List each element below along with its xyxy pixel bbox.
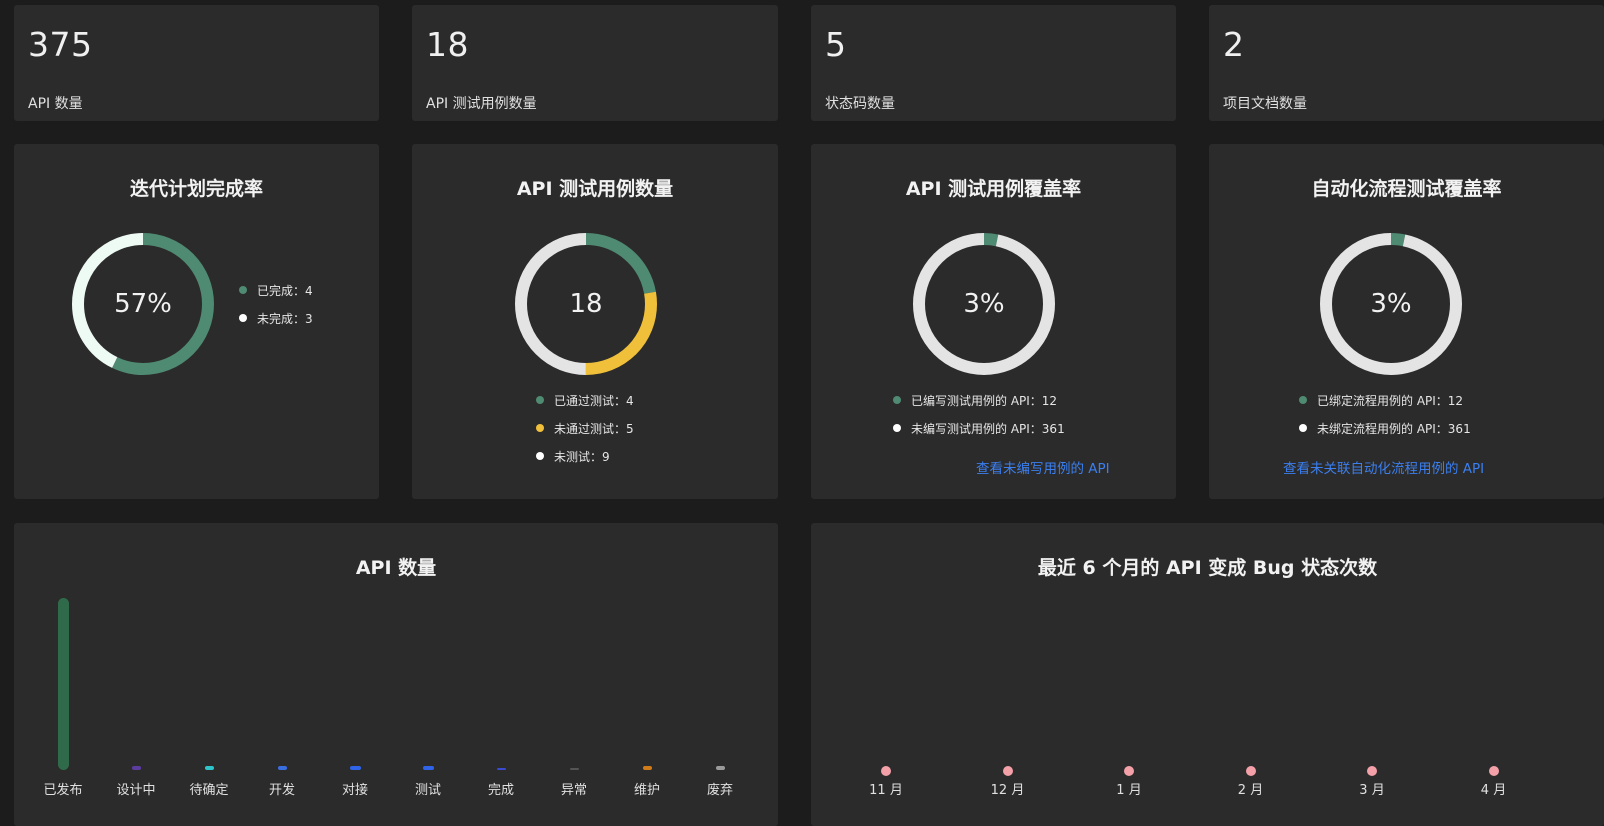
- point-3 月[interactable]: [1367, 766, 1377, 776]
- x-tick-label: 1 月: [1116, 783, 1142, 798]
- legend-item-failed[interactable]: 未通过测试：5: [536, 414, 634, 442]
- legend-item-unbound[interactable]: 未绑定流程用例的 API：361: [1299, 414, 1471, 442]
- donut-center-value: 18: [569, 289, 603, 319]
- card-title: 迭代计划完成率: [129, 178, 263, 200]
- legend-label: 已完成：4: [257, 283, 313, 298]
- stat-label: API 测试用例数量: [426, 96, 537, 112]
- bar-维护[interactable]: [642, 766, 652, 770]
- legend-dot: [239, 314, 247, 322]
- legend-dot: [239, 286, 247, 294]
- api-count-chart-card: API 数量 已发布 设计中 待确定 开发 对接 测试 完成 异常 维护 废弃: [14, 523, 778, 826]
- x-tick-label: 废弃: [706, 783, 733, 798]
- bar-对接[interactable]: [349, 766, 361, 770]
- x-tick-label: 完成: [487, 783, 514, 798]
- x-tick-label: 4 月: [1480, 783, 1507, 798]
- legend-item-incomplete[interactable]: 未完成：3: [239, 304, 313, 332]
- point-11 月[interactable]: [881, 766, 891, 776]
- stat-value: 2: [1223, 25, 1245, 64]
- legend-label: 未绑定流程用例的 API：361: [1317, 421, 1471, 436]
- bar-开发[interactable]: [277, 766, 287, 770]
- api-test-cases-card: API 测试用例数量 18 已通过测试：4 未通过测试：5 未测试：9: [412, 144, 778, 499]
- bar-测试[interactable]: [422, 766, 434, 770]
- point-12 月[interactable]: [1002, 766, 1013, 776]
- view-unwritten-api-link[interactable]: 查看未编写用例的 API: [976, 457, 1110, 477]
- view-unlinked-automation-api-link[interactable]: 查看未关联自动化流程用例的 API: [1283, 457, 1484, 477]
- stat-label: 项目文档数量: [1223, 96, 1307, 112]
- legend: 已完成：4 未完成：3: [239, 276, 313, 332]
- legend-dot: [893, 396, 901, 404]
- bar-完成[interactable]: [496, 768, 506, 770]
- card-title: 自动化流程测试覆盖率: [1311, 178, 1502, 200]
- bar-废弃[interactable]: [715, 766, 725, 770]
- bar-已发布[interactable]: [57, 598, 69, 770]
- legend-dot: [1299, 424, 1307, 432]
- legend-label: 已通过测试：4: [554, 393, 634, 408]
- x-tick-label: 2 月: [1237, 783, 1264, 798]
- stat-value: 5: [825, 25, 847, 64]
- bar-chart: 已发布 设计中 待确定 开发 对接 测试 完成 异常 维护 废弃: [14, 523, 778, 826]
- card-title: API 测试用例数量: [516, 178, 674, 200]
- donut-center-value: 3%: [963, 289, 1005, 319]
- legend: 已绑定流程用例的 API：12 未绑定流程用例的 API：361: [1299, 386, 1471, 442]
- bug-scatter-chart: 11 月 12 月 1 月 2 月 3 月 4 月: [811, 523, 1604, 826]
- stat-value: 18: [426, 25, 469, 64]
- legend-label: 未完成：3: [257, 311, 313, 326]
- legend: 已编写测试用例的 API：12 未编写测试用例的 API：361: [893, 386, 1065, 442]
- x-tick-label: 开发: [268, 783, 295, 798]
- legend-item-written[interactable]: 已编写测试用例的 API：12: [893, 386, 1065, 414]
- api-test-coverage-card: API 测试用例覆盖率 3% 已编写测试用例的 API：12 未编写测试用例的 …: [811, 144, 1176, 499]
- legend-dot: [893, 424, 901, 432]
- legend-item-unwritten[interactable]: 未编写测试用例的 API：361: [893, 414, 1065, 442]
- donut-center-value: 3%: [1370, 289, 1412, 319]
- x-tick-label: 12 月: [990, 783, 1025, 798]
- bar-待确定[interactable]: [204, 766, 214, 770]
- x-tick-label: 3 月: [1359, 783, 1385, 798]
- x-tick-label: 测试: [414, 783, 441, 798]
- legend-item-passed[interactable]: 已通过测试：4: [536, 386, 634, 414]
- x-tick-label: 设计中: [116, 783, 156, 798]
- legend-dot: [536, 424, 544, 432]
- stat-label: API 数量: [28, 96, 83, 112]
- legend-label: 未编写测试用例的 API：361: [911, 421, 1065, 436]
- stat-value: 375: [28, 25, 93, 64]
- iteration-completion-card: 迭代计划完成率 57% 已完成：4 未完成：3: [14, 144, 379, 499]
- donut-center-value: 57%: [114, 289, 172, 319]
- x-tick-label: 维护: [633, 783, 660, 798]
- point-1 月[interactable]: [1124, 766, 1134, 776]
- bug-status-chart-card: 最近 6 个月的 API 变成 Bug 状态次数 11 月 12 月1 月2 月3…: [811, 523, 1604, 826]
- legend-label: 已绑定流程用例的 API：12: [1317, 393, 1464, 408]
- bar-设计中[interactable]: [131, 766, 141, 770]
- legend-dot: [1299, 396, 1307, 404]
- legend-label: 未通过测试：5: [554, 421, 634, 436]
- stat-label: 状态码数量: [825, 96, 895, 112]
- card-title: API 测试用例覆盖率: [905, 178, 1082, 200]
- legend-dot: [536, 452, 544, 460]
- legend-item-untested[interactable]: 未测试：9: [536, 442, 634, 470]
- legend: 已通过测试：4 未通过测试：5 未测试：9: [536, 386, 634, 470]
- stat-card-project-docs: 2 项目文档数量: [1209, 5, 1604, 121]
- stat-card-test-cases: 18 API 测试用例数量: [412, 5, 778, 121]
- point-2 月[interactable]: [1245, 766, 1256, 776]
- legend-dot: [536, 396, 544, 404]
- x-tick-label: 异常: [560, 783, 587, 798]
- x-tick-label: 已发布: [43, 783, 83, 798]
- x-tick-label: 11 月: [869, 783, 903, 798]
- x-tick-label: 对接: [341, 783, 368, 798]
- automation-coverage-card: 自动化流程测试覆盖率 3% 已绑定流程用例的 API：12 未绑定流程用例的 A…: [1209, 144, 1604, 499]
- x-tick-label: 待确定: [189, 783, 229, 798]
- legend-label: 未测试：9: [554, 449, 610, 464]
- legend-item-bound[interactable]: 已绑定流程用例的 API：12: [1299, 386, 1471, 414]
- legend-label: 已编写测试用例的 API：12: [911, 393, 1058, 408]
- legend-item-completed[interactable]: 已完成：4: [239, 276, 313, 304]
- stat-card-api-count: 375 API 数量: [14, 5, 379, 121]
- bar-异常[interactable]: [569, 768, 579, 770]
- point-4 月[interactable]: [1488, 766, 1499, 776]
- stat-card-status-codes: 5 状态码数量: [811, 5, 1176, 121]
